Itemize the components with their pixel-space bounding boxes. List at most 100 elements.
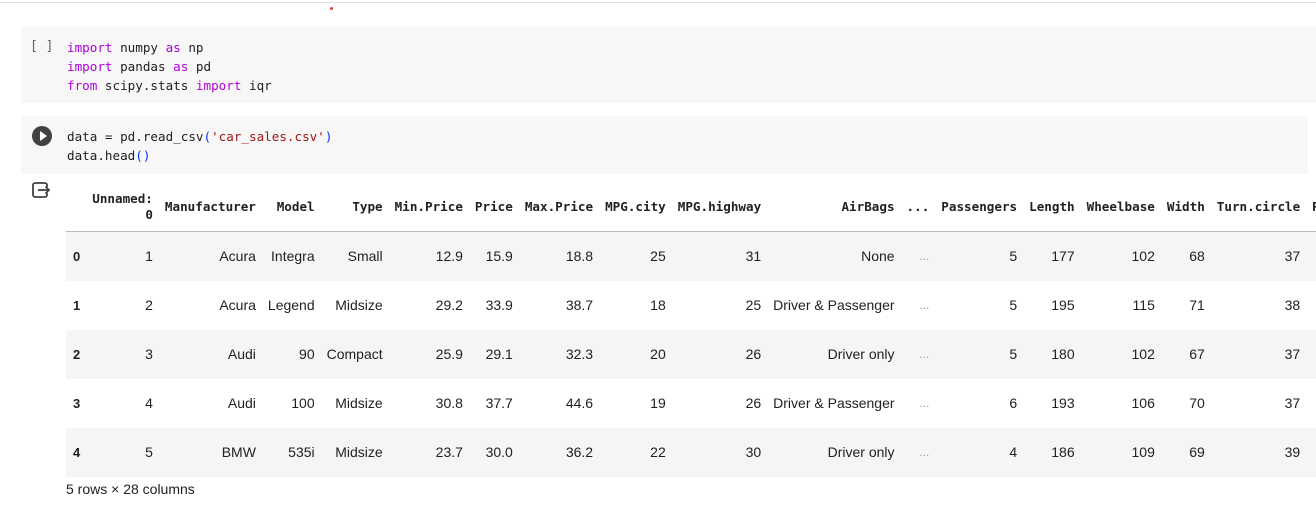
table-row: 4 5 BMW 535i Midsize 23.7 30.0 36.2 22 30 Driver o… xyxy=(66,428,1316,477)
table-cell: Midsize xyxy=(320,428,389,477)
table-cell: 102 xyxy=(1080,330,1161,379)
table-cell: 30.8 xyxy=(388,379,469,428)
code-token: from xyxy=(67,78,98,93)
table-cell: 20 xyxy=(599,330,672,379)
column-header: Turn.circle xyxy=(1210,182,1307,232)
code-cell-imports[interactable]: [ ] import numpy as np import pandas as p… xyxy=(21,27,1308,103)
code-token: np xyxy=(180,40,204,55)
table-cell xyxy=(1306,428,1316,477)
table-cell: 5 xyxy=(935,231,1024,281)
output-exit-icon[interactable] xyxy=(31,180,51,200)
play-circle-icon[interactable] xyxy=(32,126,52,146)
table-cell: 32.3 xyxy=(518,330,600,379)
table-cell: 25.9 xyxy=(388,330,469,379)
table-row: 3 4 Audi 100 Midsize 30.8 37.7 44.6 19 26 Driver &… xyxy=(66,379,1316,428)
code-token: data.head xyxy=(67,148,136,163)
code-line: import pandas as pd xyxy=(67,57,272,76)
table-cell: 36.2 xyxy=(518,428,600,477)
cell-scroll-edge xyxy=(1308,27,1316,103)
code-line: import numpy as np xyxy=(67,38,272,57)
table-cell: 5 xyxy=(935,330,1024,379)
table-cell: 115 xyxy=(1080,281,1161,330)
code-editor-load-data[interactable]: data = pd.read_csv('car_sales.csv') data.… xyxy=(67,127,332,165)
code-line: data.head() xyxy=(67,146,332,165)
table-cell: 4 xyxy=(935,428,1024,477)
table-row: 1 2 Acura Legend Midsize 29.2 33.9 38.7 18 25 Driv… xyxy=(66,281,1316,330)
code-token: as xyxy=(173,59,189,74)
table-cell: 26 xyxy=(671,379,768,428)
code-token: import xyxy=(67,40,113,55)
table-cell: Driver & Passenger xyxy=(767,281,901,330)
table-cell: 18.8 xyxy=(518,231,600,281)
table-cell: 195 xyxy=(1023,281,1081,330)
table-cell: BMW xyxy=(158,428,262,477)
cell-prompt-bracket[interactable]: [ ] xyxy=(30,39,53,54)
table-cell: 31 xyxy=(671,231,768,281)
column-header: MPG.highway xyxy=(671,182,768,232)
column-header: Wheelbase xyxy=(1080,182,1161,232)
column-header: Passengers xyxy=(935,182,1024,232)
table-cell: 25 xyxy=(599,231,672,281)
code-cell-load-data[interactable]: data = pd.read_csv('car_sales.csv') data.… xyxy=(21,116,1308,174)
table-cell: 22 xyxy=(599,428,672,477)
code-token: ) xyxy=(324,129,333,144)
table-cell: 102 xyxy=(1080,231,1161,281)
table-cell: 69 xyxy=(1160,428,1211,477)
table-cell: 106 xyxy=(1080,379,1161,428)
table-cell: 29.2 xyxy=(388,281,469,330)
table-row: 0 1 Acura Integra Small 12.9 15.9 18.8 25 31 None.… xyxy=(66,231,1316,281)
code-token: as xyxy=(165,40,181,55)
column-header: Length xyxy=(1023,182,1081,232)
table-cell: 23.7 xyxy=(388,428,469,477)
table-cell: 44.6 xyxy=(518,379,600,428)
top-divider xyxy=(0,2,1316,3)
code-editor-imports[interactable]: import numpy as np import pandas as pd fro… xyxy=(67,38,272,95)
table-cell: 100 xyxy=(261,379,321,428)
column-header: Model xyxy=(261,182,321,232)
code-token: data = pd.read_csv xyxy=(67,129,204,144)
table-cell: 5 xyxy=(935,281,1024,330)
table-cell: 177 xyxy=(1023,231,1081,281)
table-cell: 180 xyxy=(1023,330,1081,379)
table-cell: 3 xyxy=(86,330,159,379)
code-token: import xyxy=(195,78,242,93)
table-cell: 38 xyxy=(1210,281,1307,330)
row-index: 0 xyxy=(66,231,87,281)
column-header: Width xyxy=(1160,182,1211,232)
dataframe-table: Unnamed: 0 Manufacturer Model Type Min.Price… xyxy=(66,182,1316,477)
row-index: 1 xyxy=(66,281,87,330)
column-header: AirBags xyxy=(767,182,901,232)
table-cell: Driver only xyxy=(767,428,901,477)
table-cell: 4 xyxy=(86,379,159,428)
table-cell: Acura xyxy=(158,281,262,330)
table-cell xyxy=(1306,281,1316,330)
code-token: ( xyxy=(203,129,212,144)
table-cell xyxy=(1306,330,1316,379)
table-cell: 90 xyxy=(261,330,321,379)
table-cell: ... xyxy=(900,428,936,477)
table-cell: 26 xyxy=(671,330,768,379)
column-header: Price xyxy=(468,182,519,232)
table-cell: 15.9 xyxy=(468,231,519,281)
table-cell: 38.7 xyxy=(518,281,600,330)
table-cell: ... xyxy=(900,281,936,330)
table-cell: 37 xyxy=(1210,330,1307,379)
table-cell: 535i xyxy=(261,428,321,477)
code-token: () xyxy=(135,148,151,163)
column-header: Type xyxy=(320,182,389,232)
code-line: data = pd.read_csv('car_sales.csv') xyxy=(67,127,332,146)
table-cell: Audi xyxy=(158,330,262,379)
table-cell: ... xyxy=(900,330,936,379)
dataframe-output: Unnamed: 0 Manufacturer Model Type Min.Price… xyxy=(66,182,1316,477)
table-cell: 30.0 xyxy=(468,428,519,477)
table-cell: 2 xyxy=(86,281,159,330)
table-cell xyxy=(1306,231,1316,281)
column-header: MPG.city xyxy=(599,182,672,232)
column-header: Max.Price xyxy=(518,182,600,232)
dataframe-shape-summary: 5 rows × 28 columns xyxy=(66,481,195,497)
table-cell: 6 xyxy=(935,379,1024,428)
code-token: 'car_sales.csv' xyxy=(211,129,325,144)
table-cell: 68 xyxy=(1160,231,1211,281)
row-index: 4 xyxy=(66,428,87,477)
table-cell: 12.9 xyxy=(388,231,469,281)
